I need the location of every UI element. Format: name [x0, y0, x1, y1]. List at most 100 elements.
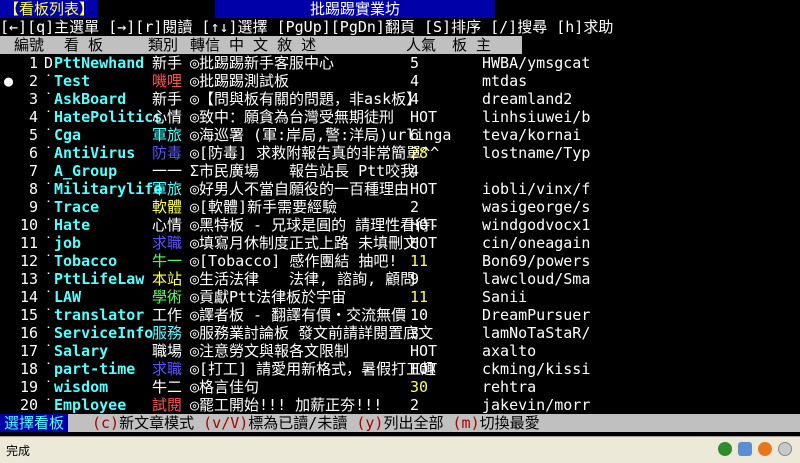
board-category: 心情 — [152, 108, 183, 126]
board-mark: ˙ — [44, 270, 54, 288]
board-popularity: 4 — [410, 90, 420, 108]
board-category: 試閱 — [152, 396, 183, 414]
board-name[interactable]: Employee — [54, 396, 126, 414]
board-name[interactable]: Tobacco — [54, 252, 117, 270]
board-number: 14 — [19, 288, 38, 306]
board-description: ◎[Tobacco] 感作團結 抽吧! — [190, 252, 398, 270]
hint-key: (c) — [92, 414, 120, 432]
board-name[interactable]: ServiceInfo — [54, 324, 153, 342]
board-description: ◎貢獻Ptt法律板於宇宙 — [190, 288, 347, 306]
board-row[interactable]: 2 ˙ Test 嘰哩 ◎批踢踢測試板 4 mtdas — [0, 72, 800, 90]
board-row[interactable]: 17 ˙ Salary 職場 ◎注意勞文與報各文限制 HOT axalto — [0, 342, 800, 360]
board-name[interactable]: Test — [54, 72, 90, 90]
board-popularity: HOT — [410, 360, 438, 378]
board-name[interactable]: AntiVirus — [54, 144, 135, 162]
board-name[interactable]: PttLifeLaw — [54, 270, 144, 288]
board-row[interactable]: 7 A_Group 一一 Σ市民廣場 報告站長 Ptt咬我 4 — [0, 162, 800, 180]
board-popularity: HOT — [410, 234, 438, 252]
board-row[interactable]: 10 ˙ Hate 心情 ◎黑特板 - 兄球是圓的 請理性看待- HOT windgodvo… — [0, 216, 800, 234]
board-moderators: lostname/Typ — [482, 144, 591, 162]
board-mark: ˙ — [44, 198, 54, 216]
board-row[interactable]: 14 ˙ LAW 學術 ◎貢獻Ptt法律板於宇宙 11 Sanii — [0, 288, 800, 306]
board-number: 3 — [28, 90, 38, 108]
board-row[interactable]: 20 ˙ Employee 試閱 ◎罷工開始!!! 加薪正夯!!! 2 jakevin/mo… — [0, 396, 800, 414]
board-category: 一一 — [152, 162, 183, 180]
board-description: ◎批踢踢新手客服中心 — [190, 54, 335, 72]
board-category: 工作 — [152, 306, 183, 324]
m-icon[interactable] — [718, 442, 732, 456]
board-popularity: 5 — [410, 54, 420, 72]
board-popularity: 6 — [410, 126, 420, 144]
board-mark: ˙ — [44, 324, 54, 342]
shield-icon[interactable] — [738, 442, 752, 456]
board-name[interactable]: Hate — [54, 216, 90, 234]
column-header: 編號 看 板 類別 轉信 中 文 敘 述 人氣 板 主 — [0, 36, 800, 54]
hint-key: (m) — [452, 414, 480, 432]
board-name[interactable]: part-time — [54, 360, 135, 378]
board-category: 防毒 — [152, 144, 183, 162]
board-name[interactable]: Cga — [54, 126, 81, 144]
board-number: 4 — [28, 108, 38, 126]
hint-text: 新文章模式 — [119, 414, 195, 432]
board-name[interactable]: LAW — [54, 288, 81, 306]
firefox-icon[interactable] — [758, 442, 772, 456]
board-category: 求職 — [152, 360, 183, 378]
board-row[interactable]: 12 ˙ Tobacco 牛一 ◎[Tobacco] 感作團結 抽吧! 11 Bon69/p… — [0, 252, 800, 270]
board-number: 17 — [19, 342, 38, 360]
board-moderators: wasigeorge/s — [482, 198, 591, 216]
column-header-bar: 編號 看 板 類別 轉信 中 文 敘 述 人氣 板 主 — [0, 36, 522, 54]
board-moderators: ckming/kissi — [482, 360, 591, 378]
board-row[interactable]: 8 ˙ Militarylife 軍旅 ◎好男人不當自願役的一百種理由 HOT iobli/… — [0, 180, 800, 198]
board-row[interactable]: 1 D PttNewhand 新手 ◎批踢踢新手客服中心 5 HWBA/ymsgcat — [0, 54, 800, 72]
board-name[interactable]: PttNewhand — [54, 54, 144, 72]
board-name[interactable]: Salary — [54, 342, 108, 360]
board-row[interactable]: 9 ˙ Trace 軟體 ◎[軟體]新手需要經驗 2 wasigeorge/s — [0, 198, 800, 216]
board-popularity: 28 — [410, 144, 429, 162]
board-moderators: lawcloud/Sma — [482, 270, 591, 288]
board-popularity: 3 — [410, 324, 420, 342]
board-category: 軍旅 — [152, 126, 183, 144]
board-moderators: windgodvocx1 — [482, 216, 591, 234]
board-name[interactable]: Trace — [54, 198, 99, 216]
board-row[interactable]: 6 ˙ AntiVirus 防毒 ◎[防毒] 求救附報告真的非常簡單^^ 28 lostna… — [0, 144, 800, 162]
board-row[interactable]: 4 ˙ HatePolitics 心情 ◎致中：願貪為台灣受無期徒刑 HOT linhsiu… — [0, 108, 800, 126]
board-popularity: HOT — [410, 180, 438, 198]
board-category: 本站 — [152, 270, 183, 288]
board-category: 職場 — [152, 342, 183, 360]
board-row[interactable]: 5 ˙ Cga 軍旅 ◎海巡署 (軍:岸局,警:洋局)urlinga 6 teva/korn… — [0, 126, 800, 144]
board-popularity: 30 — [410, 378, 429, 396]
board-moderators: rehtra — [482, 378, 537, 396]
board-name[interactable]: job — [54, 234, 81, 252]
board-mark: ˙ — [44, 234, 54, 252]
board-row[interactable]: 16 ˙ ServiceInfo 服務 ◎服務業討論板 發文前請詳閱置底文 3 lamNoT… — [0, 324, 800, 342]
board-moderators: axalto — [482, 342, 537, 360]
board-row[interactable]: 15 ˙ translator 工作 ◎譯者板 - 翻譯有價‧交流無價 10 DreamPu… — [0, 306, 800, 324]
browser-statusbar: 完成 — [0, 436, 800, 463]
globe-icon[interactable] — [778, 442, 792, 456]
hint-text: 標為已讀/未讀 — [248, 414, 348, 432]
board-number: 9 — [28, 198, 38, 216]
board-name[interactable]: HatePolitics — [54, 108, 162, 126]
board-popularity: 10 — [410, 306, 429, 324]
board-row[interactable]: 3 ˙ AskBoard 新手 ◎【問與板有關的問題，非ask板】 4 dreamland2 — [0, 90, 800, 108]
board-mark: ˙ — [44, 72, 54, 90]
board-popularity: 11 — [410, 288, 429, 306]
board-description: ◎生活法律 法律, 諮詢, 顧問 — [190, 270, 416, 288]
board-mark: ˙ — [44, 360, 54, 378]
board-moderators: teva/kornai — [482, 126, 582, 144]
board-category: 新手 — [152, 54, 183, 72]
header-num: 編號 — [14, 36, 45, 54]
board-description: ◎注意勞文與報各文限制 — [190, 342, 350, 360]
board-name[interactable]: Militarylife — [54, 180, 162, 198]
board-row[interactable]: 18 ˙ part-time 求職 ◎[打工] 請愛用新格式，暑假打工趣 HOT ckmin… — [0, 360, 800, 378]
board-row[interactable]: 11 ˙ job 求職 ◎填寫月休制度正式上路 未填刪文 HOT cin/oneagain — [0, 234, 800, 252]
board-name[interactable]: translator — [54, 306, 144, 324]
board-popularity: HOT — [410, 342, 438, 360]
board-mark: ˙ — [44, 378, 54, 396]
board-row[interactable]: 19 ˙ wisdom 牛二 ◎格言佳句 30 rehtra — [0, 378, 800, 396]
board-name[interactable]: wisdom — [54, 378, 108, 396]
header-mods: 板 主 — [452, 36, 492, 54]
board-name[interactable]: AskBoard — [54, 90, 126, 108]
board-name[interactable]: A_Group — [54, 162, 117, 180]
board-row[interactable]: 13 ˙ PttLifeLaw 本站 ◎生活法律 法律, 諮詢, 顧問 9 lawcloud… — [0, 270, 800, 288]
